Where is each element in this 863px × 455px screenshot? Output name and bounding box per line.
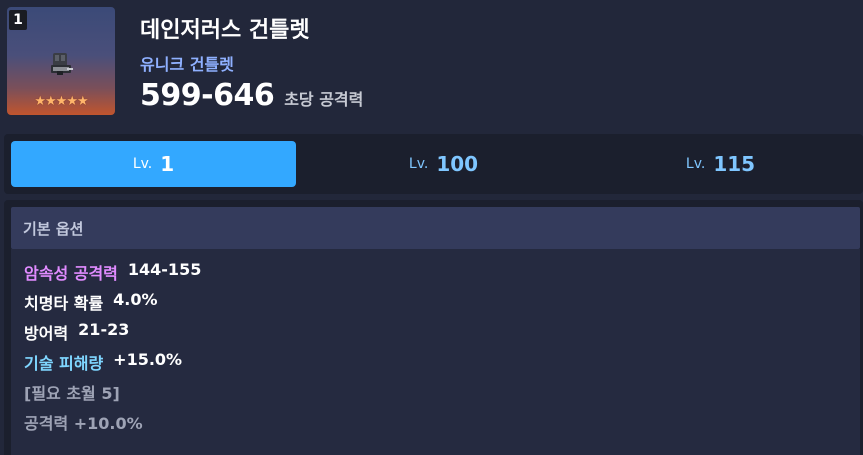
option-value: 21-23 [78, 320, 130, 339]
option-row: 기술 피해량 +15.0% [24, 350, 182, 374]
option-label: 기술 피해량 [24, 354, 104, 373]
options-header: 기본 옵션 [11, 207, 860, 249]
item-type: 유니크 건틀렛 [140, 55, 234, 74]
item-header: 1 ★★★★★ 데인저러스 건틀렛 유니크 건틀렛 599-646 초당 공격력 [0, 0, 863, 128]
attack-unit: 초당 공격력 [284, 90, 364, 109]
item-icon-card[interactable]: 1 ★★★★★ [7, 7, 115, 115]
option-label: 암속성 공격력 [24, 264, 118, 283]
tab-lv-prefix: Lv. [132, 156, 153, 172]
item-level-badge: 1 [9, 10, 27, 30]
tab-lv-100[interactable]: Lv. 100 [301, 141, 586, 187]
option-value: +15.0% [113, 350, 183, 369]
attack-row: 599-646 초당 공격력 [140, 78, 363, 113]
level-tabs: Lv. 1 Lv. 100 Lv. 115 [4, 134, 863, 194]
option-label: [필요 초월 5] [24, 384, 120, 403]
option-label: 치명타 확률 [24, 294, 104, 313]
tab-lv-prefix: Lv. [408, 156, 429, 172]
tab-lv-1[interactable]: Lv. 1 [11, 141, 296, 187]
options-panel: 기본 옵션 암속성 공격력 144-155 치명타 확률 4.0% 방어력 21… [4, 200, 863, 455]
tab-lv-number: 115 [713, 152, 756, 176]
tab-lv-115[interactable]: Lv. 115 [578, 141, 863, 187]
attack-range: 599-646 [140, 78, 275, 113]
option-value: 144-155 [127, 260, 202, 279]
option-label: 방어력 [24, 324, 69, 343]
gauntlet-icon [51, 53, 73, 75]
option-row: 암속성 공격력 144-155 [24, 260, 201, 284]
option-row: 방어력 21-23 [24, 320, 129, 344]
option-requirement: [필요 초월 5] [24, 380, 120, 404]
item-name: 데인저러스 건틀렛 [140, 18, 310, 43]
tab-lv-number: 100 [436, 152, 479, 176]
rarity-stars: ★★★★★ [34, 94, 88, 109]
tab-lv-number: 1 [160, 152, 175, 176]
option-row: 치명타 확률 4.0% [24, 290, 158, 314]
option-row: 공격력 +10.0% [24, 410, 143, 434]
option-value: 4.0% [113, 290, 158, 309]
options-header-title: 기본 옵션 [23, 220, 84, 238]
option-label: 공격력 +10.0% [24, 414, 143, 433]
options-list: 암속성 공격력 144-155 치명타 확률 4.0% 방어력 21-23 기술… [11, 249, 860, 455]
tab-lv-prefix: Lv. [685, 156, 706, 172]
